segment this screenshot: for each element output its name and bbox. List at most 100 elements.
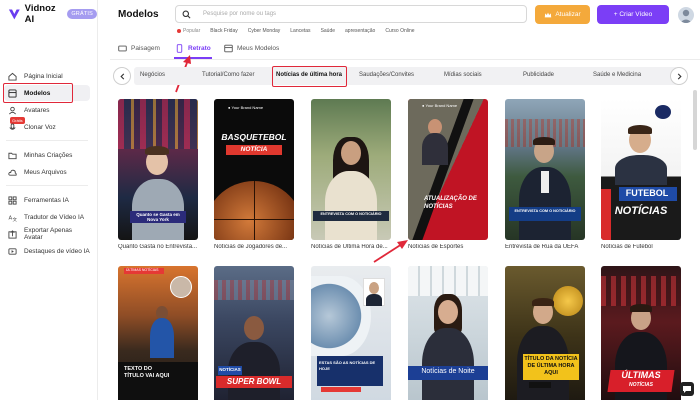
template-card[interactable]: ● Your Brand Name ATUALIZAÇÃO DE NOTÍCIA… xyxy=(408,99,488,240)
category-social-media[interactable]: Mídias sociais xyxy=(444,72,482,78)
category-tutorial[interactable]: Tutorial/Como fazer xyxy=(202,72,254,78)
sidebar-item-video-highlights[interactable]: Destaques de vídeo IA xyxy=(4,243,90,259)
plan-badge: GRÁTIS xyxy=(67,9,97,19)
card-tag: ÚLTIMAS NOTÍCIAS xyxy=(126,268,159,272)
help-chat-button[interactable] xyxy=(680,382,694,396)
trending-tags: Popular Black Friday Cyber Monday Lancet… xyxy=(177,26,415,36)
sidebar-item-label: Tradutor de Vídeo IA xyxy=(24,213,85,221)
card-brand-mark: ● Your Brand Name xyxy=(228,105,264,110)
sidebar-item-my-files[interactable]: Meus Arquivos xyxy=(4,164,90,180)
sidebar-item-label: Avatares xyxy=(24,106,50,114)
category-health[interactable]: Saúde e Medicina xyxy=(593,72,641,78)
sidebar-item-label: Página Inicial xyxy=(24,72,63,80)
search-placeholder: Pesquise por nome ou tags xyxy=(203,11,277,17)
template-card[interactable]: ÚLTIMAS NOTÍCIAS xyxy=(601,266,681,400)
scrollbar-thumb[interactable] xyxy=(693,90,697,150)
template-card[interactable]: Quanto se Gasta em Nova York xyxy=(118,99,198,240)
export-icon xyxy=(8,229,17,239)
tab-label: Paisagem xyxy=(131,44,160,52)
svg-text:文: 文 xyxy=(13,216,18,222)
highlight-icon xyxy=(8,247,17,255)
template-card-title: Notícias de Jogadores de... xyxy=(214,244,288,250)
category-next-button[interactable] xyxy=(670,67,688,85)
sidebar-item-label: Meus Arquivos xyxy=(24,168,67,176)
trending-tag[interactable]: Cyber Monday xyxy=(248,28,281,34)
search-input[interactable]: Pesquise por nome ou tags xyxy=(175,5,527,23)
card-overlay-text: ENTREVISTA COM O NOTICIÁRIO xyxy=(514,209,576,213)
card-overlay-text: FUTEBOL xyxy=(625,188,669,198)
fire-icon xyxy=(177,29,181,33)
sidebar-item-label: Destaques de vídeo IA xyxy=(24,247,90,255)
translate-icon: A文 xyxy=(8,215,18,222)
template-card[interactable]: ESTAS SÃO AS NOTÍCIAS DE HOJE xyxy=(311,266,391,400)
category-business[interactable]: Negócios xyxy=(140,72,165,78)
chevron-right-icon xyxy=(677,72,682,80)
card-overlay-text: Notícias de Noite xyxy=(421,368,475,375)
template-card[interactable]: ÚLTIMAS NOTÍCIAS TEXTO DO TÍTULO VAI AQU… xyxy=(118,266,198,400)
annotation-box-breaking-news xyxy=(272,66,347,87)
card-overlay-text-2: NOTÍCIAS xyxy=(629,382,653,388)
template-card[interactable]: TÍTULO DA NOTÍCIA DE ÚLTIMA HORA AQUI xyxy=(505,266,585,400)
card-overlay-text-2: NOTÍCIAS xyxy=(614,205,668,217)
category-bar: Negócios Tutorial/Como fazer Notícias de… xyxy=(110,64,700,88)
trending-tag[interactable]: Lancetas xyxy=(290,28,310,34)
vidnoz-logo-icon xyxy=(8,9,20,20)
cloud-icon xyxy=(8,169,17,176)
template-card-title: Quanto Gasta no Entrevista... xyxy=(118,244,198,250)
chat-icon xyxy=(683,386,691,393)
chevron-left-icon xyxy=(119,72,124,80)
trending-tag[interactable]: Black Friday xyxy=(210,28,238,34)
category-prev-button[interactable] xyxy=(113,67,131,85)
trending-tag[interactable]: Saúde xyxy=(321,28,335,34)
upgrade-button[interactable]: Atualizar xyxy=(535,5,590,24)
template-card[interactable]: ENTREVISTA COM O NOTICIÁRIO xyxy=(505,99,585,240)
crown-icon xyxy=(545,12,552,17)
card-overlay-text: NOTÍCIAS xyxy=(219,367,241,372)
template-card[interactable]: ● Your Brand Name BASQUETEBOL NOTÍCIA xyxy=(214,99,294,240)
sidebar-item-label: Minhas Criações xyxy=(24,151,73,159)
template-card[interactable]: FUTEBOL NOTÍCIAS xyxy=(601,99,681,240)
card-overlay-text: TEXTO DO TÍTULO VAI AQUI xyxy=(124,366,170,379)
template-card[interactable]: NOTÍCIAS SUPER BOWL xyxy=(214,266,294,400)
category-greetings[interactable]: Saudações/Convites xyxy=(359,72,414,78)
card-overlay-text: ENTREVISTA COM O NOTICIÁRIO xyxy=(320,212,382,216)
sidebar-divider xyxy=(6,140,88,141)
card-overlay-text: Quanto se Gasta em Nova York xyxy=(130,211,186,223)
template-card-title: Entrevista de Rua da UEFA xyxy=(505,244,579,250)
template-card[interactable]: ENTREVISTA COM O NOTICIÁRIO xyxy=(311,99,391,240)
tab-my-templates[interactable]: Meus Modelos xyxy=(224,42,279,54)
avatar-icon xyxy=(9,106,16,114)
sidebar-item-ai-tools[interactable]: Ferramentas IA xyxy=(4,192,90,208)
card-overlay-text-2: SUPER BOWL xyxy=(226,377,282,386)
sidebar-item-my-creations[interactable]: Minhas Criações xyxy=(4,147,90,163)
card-overlay-text-2: NOTÍCIA xyxy=(240,146,268,153)
sidebar-item-clone-voice[interactable]: Clonar Voz xyxy=(4,119,90,135)
card-brand-mark: ● Your Brand Name xyxy=(422,103,458,108)
sidebar-item-video-translator[interactable]: A文 Tradutor de Vídeo IA xyxy=(4,209,90,225)
trending-tag[interactable]: apresentação xyxy=(345,28,375,34)
sidebar-item-avatars[interactable]: Avatares xyxy=(4,102,90,118)
user-avatar[interactable] xyxy=(678,7,694,23)
template-card[interactable]: Notícias de Noite xyxy=(408,266,488,400)
tab-landscape[interactable]: Paisagem xyxy=(118,42,160,54)
folder-icon xyxy=(8,152,17,159)
my-templates-icon xyxy=(224,44,233,52)
sidebar: Vidnoz AI GRÁTIS Página Inicial Modelos … xyxy=(0,0,98,400)
card-overlay-text: ÚLTIMAS xyxy=(621,370,661,380)
category-advertising[interactable]: Publicidade xyxy=(523,72,554,78)
template-card-title: Notícias de Futebol xyxy=(601,244,653,250)
create-video-button[interactable]: + Criar Vídeo xyxy=(597,5,669,24)
user-avatar-icon xyxy=(680,9,692,23)
brand[interactable]: Vidnoz AI GRÁTIS xyxy=(8,3,97,25)
tab-label: Meus Modelos xyxy=(237,44,280,52)
sidebar-item-label: Exportar Apenas Avatar xyxy=(24,227,73,241)
home-icon xyxy=(8,72,17,81)
sidebar-divider xyxy=(6,185,88,186)
tab-label: Retrato xyxy=(188,44,211,52)
trending-popular[interactable]: Popular xyxy=(177,28,200,34)
card-overlay-text: TÍTULO DA NOTÍCIA DE ÚLTIMA HORA AQUI xyxy=(524,356,578,376)
sidebar-item-home[interactable]: Página Inicial xyxy=(4,68,90,84)
trending-tag[interactable]: Curso Online xyxy=(385,28,414,34)
annotation-box-templates xyxy=(3,83,73,103)
sidebar-item-export-avatar[interactable]: Exportar Apenas Avatar xyxy=(4,226,90,242)
